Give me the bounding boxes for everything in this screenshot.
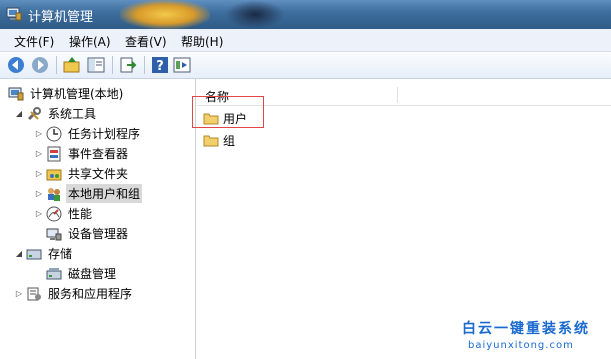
tree-item-label: 系统工具 [48,107,97,121]
tree-item-services-apps[interactable]: ▷ 服务和应用程序 [14,284,134,303]
tree-item-label: 设备管理器 [68,227,129,241]
expanded-arrow-icon[interactable]: ◢ [14,249,24,258]
menu-file[interactable]: 文件(F) [14,33,54,50]
tree-item-label: 磁盘管理 [68,267,117,281]
toolbar-separator [112,56,113,74]
menu-action[interactable]: 操作(A) [69,33,111,50]
tree-item-label: 本地用户和组 [66,184,143,203]
tools-icon [27,106,41,120]
tree-item-event-viewer[interactable]: ▷ 事件查看器 [34,144,130,163]
device-manager-icon [46,228,62,240]
collapsed-arrow-icon[interactable]: ▷ [34,169,44,178]
computer-management-icon [8,87,24,100]
tree-item-label: 事件查看器 [68,147,129,161]
title-bar-decoration [120,0,210,29]
collapsed-arrow-icon[interactable]: ▷ [34,209,44,218]
folder-icon [203,135,219,147]
tree-item-label: 存储 [48,247,73,261]
menu-view[interactable]: 查看(V) [125,33,167,50]
watermark-text: 白云一键重装系统 [462,321,590,337]
title-bar: 计算机管理 [0,0,611,29]
tree-item-system-tools[interactable]: ◢ 系统工具 [14,104,98,123]
disk-management-icon [46,267,62,279]
column-divider[interactable] [397,87,398,103]
export-list-icon[interactable] [118,55,138,75]
storage-icon [26,249,42,259]
collapsed-arrow-icon[interactable]: ▷ [34,129,44,138]
svg-text:?: ? [156,59,164,74]
list-item-label: 组 [223,133,236,148]
watermark-url: baiyunxitong.com [468,340,574,351]
tree-item-performance[interactable]: ▷ 性能 [34,204,94,223]
tree-item-label: 服务和应用程序 [48,287,133,301]
properties-icon[interactable] [172,55,192,75]
forward-icon[interactable] [30,55,50,75]
shared-folder-icon [46,169,62,180]
collapsed-arrow-icon[interactable]: ▷ [14,289,24,298]
tree-item-label: 共享文件夹 [68,167,129,181]
menu-help[interactable]: 帮助(H) [181,33,223,50]
show-hide-tree-icon[interactable] [86,55,106,75]
clock-icon [46,126,62,141]
back-icon[interactable] [6,55,26,75]
toolbar: ? [0,52,611,79]
tree-item-label: 任务计划程序 [68,127,141,141]
expanded-arrow-icon[interactable]: ◢ [14,109,24,118]
tree-item-task-scheduler[interactable]: ▷ 任务计划程序 [34,124,142,143]
title-bar-decoration [225,0,285,29]
performance-icon [46,206,62,221]
menu-bar: 文件(F) 操作(A) 查看(V) 帮助(H) [0,29,611,52]
window-title: 计算机管理 [28,10,94,25]
collapsed-arrow-icon[interactable]: ▷ [34,189,44,198]
tree-item-computer-management[interactable]: 计算机管理(本地) [8,84,125,103]
tree-item-device-manager[interactable]: 设备管理器 [46,224,130,243]
tree-item-label: 性能 [68,207,93,221]
collapsed-arrow-icon[interactable]: ▷ [34,149,44,158]
toolbar-separator [144,56,145,74]
tree-item-storage[interactable]: ◢ 存储 [14,244,74,263]
users-icon [48,187,60,201]
event-viewer-icon [47,146,61,161]
tree-item-local-users-groups[interactable]: ▷ 本地用户和组 [34,184,143,203]
tree-item-shared-folders[interactable]: ▷ 共享文件夹 [34,164,130,183]
highlight-annotation [192,96,264,128]
computer-management-icon [6,7,22,21]
help-icon[interactable]: ? [150,55,170,75]
tree-item-label: 计算机管理(本地) [30,87,124,101]
services-icon [27,287,41,300]
up-folder-icon[interactable] [62,55,82,75]
tree-item-disk-management[interactable]: 磁盘管理 [46,264,118,283]
navigation-tree: 计算机管理(本地) ◢ 系统工具 ▷ 任务计划程序 ▷ 事件查看器 ▷ 共享文件… [0,79,196,359]
list-item-groups[interactable]: 组 [203,131,235,149]
toolbar-separator [56,56,57,74]
